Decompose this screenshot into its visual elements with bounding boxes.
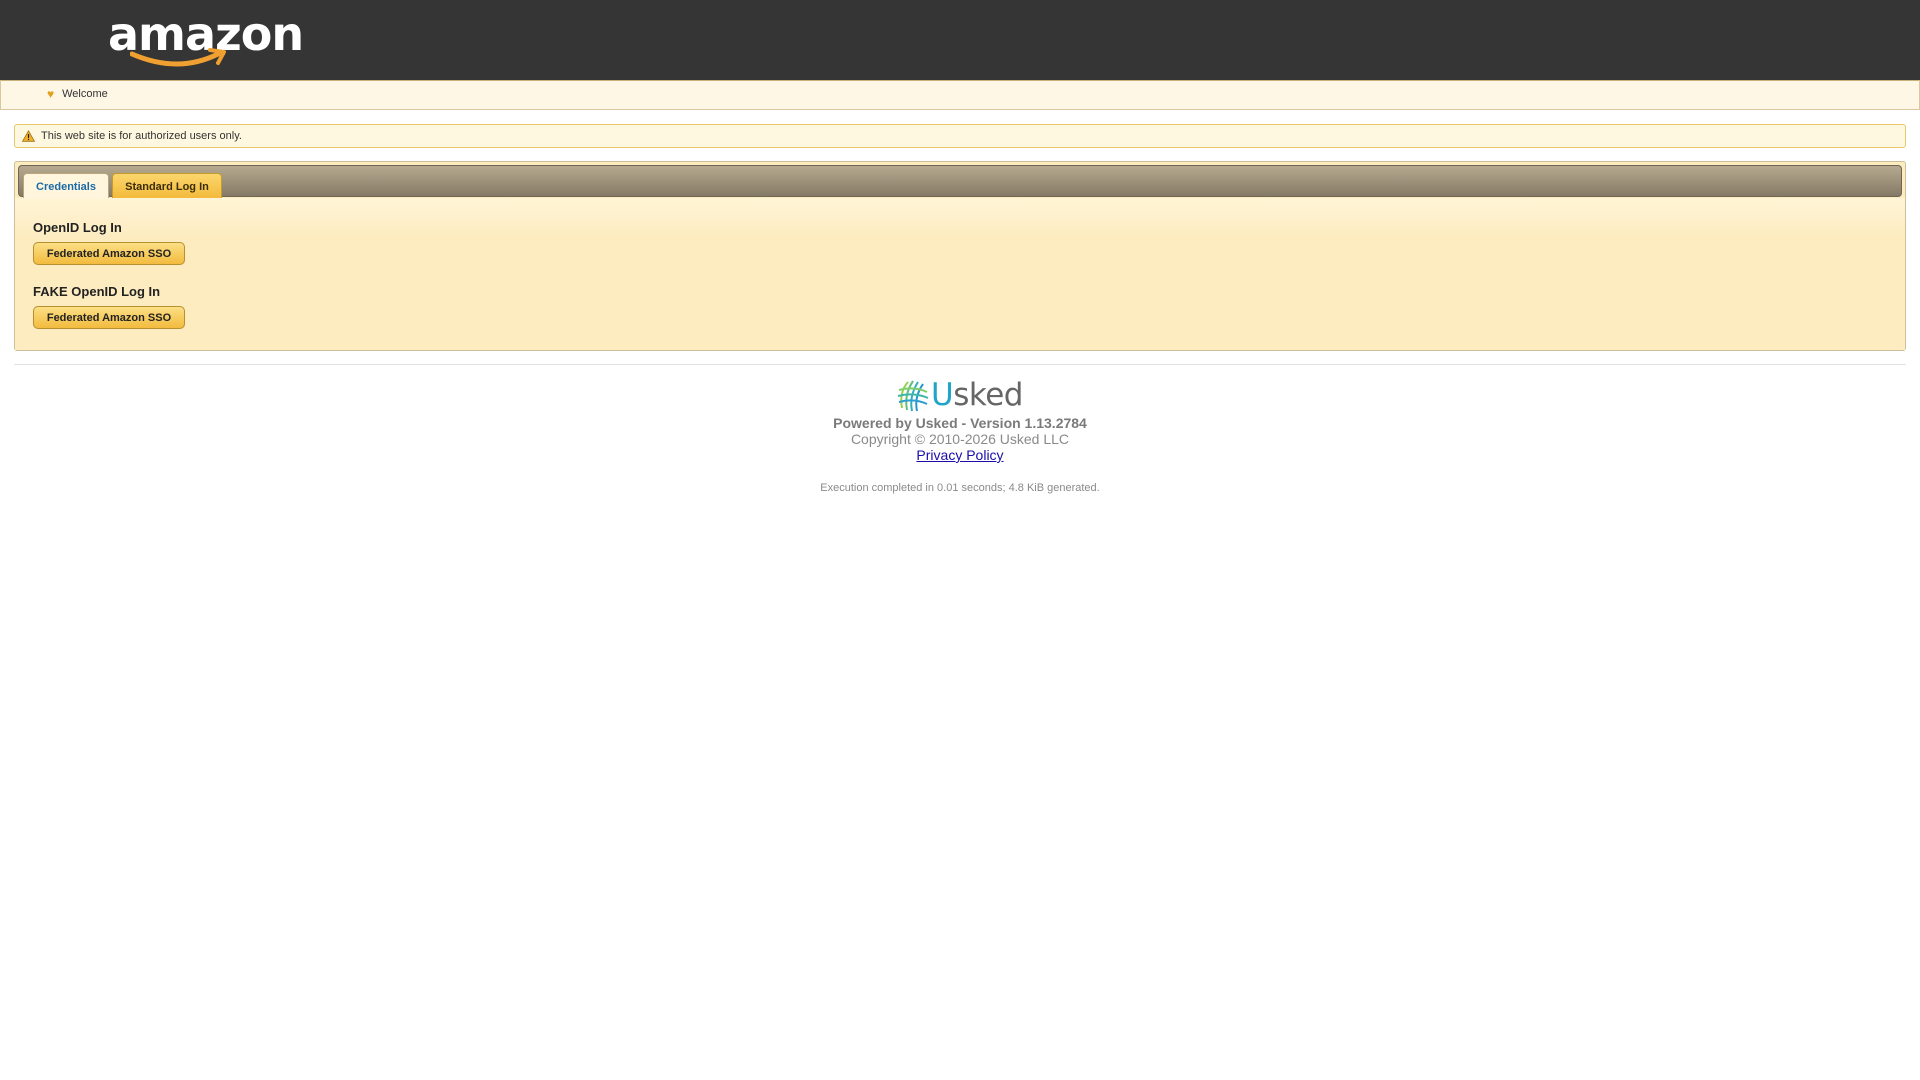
amazon-logo[interactable]: amazon [108,8,304,70]
tab-standard-log-in[interactable]: Standard Log In [112,173,222,199]
nav-item-welcome[interactable]: ♥ Welcome [47,88,108,100]
tab-credentials[interactable]: Credentials [23,173,109,199]
notice-text: This web site is for authorized users on… [41,130,242,142]
tab-credentials-label: Credentials [36,180,96,193]
nav-item-label: Welcome [62,88,108,100]
credentials-tab-content: OpenID Log In Federated Amazon SSO FAKE … [15,198,1905,350]
privacy-policy-link[interactable]: Privacy Policy [916,447,1003,463]
nav-bar: ♥ Welcome [0,80,1920,110]
warning-icon [22,130,35,142]
openid-login-title: OpenID Log In [33,220,122,235]
tab-standard-log-in-label: Standard Log In [125,180,209,193]
header-bar: amazon [0,0,1920,80]
footer-divider [14,364,1906,365]
copyright-text: Copyright © 2010-2026 Usked LLC [850,431,1070,447]
usked-logo: Usked [896,377,1024,414]
authorized-users-notice: This web site is for authorized users on… [14,124,1906,148]
tab-strip: Credentials Standard Log In [18,165,1902,199]
execution-info: Execution completed in 0.01 seconds; 4.8… [820,482,1100,494]
heart-icon: ♥ [47,87,55,101]
login-panel: Credentials Standard Log In OpenID Log I… [14,161,1906,351]
usked-mark-icon [897,380,929,412]
amazon-smile-icon [130,48,226,67]
fake-openid-login-title: FAKE OpenID Log In [33,284,161,299]
privacy-policy-line: Privacy Policy [0,447,1920,463]
federated-amazon-sso-button[interactable]: Federated Amazon SSO [33,242,185,265]
powered-by-text: Powered by Usked - Version 1.13.2784 [833,415,1087,431]
usked-logo-text: Usked [931,377,1023,413]
fake-federated-amazon-sso-button[interactable]: Federated Amazon SSO [33,306,185,329]
